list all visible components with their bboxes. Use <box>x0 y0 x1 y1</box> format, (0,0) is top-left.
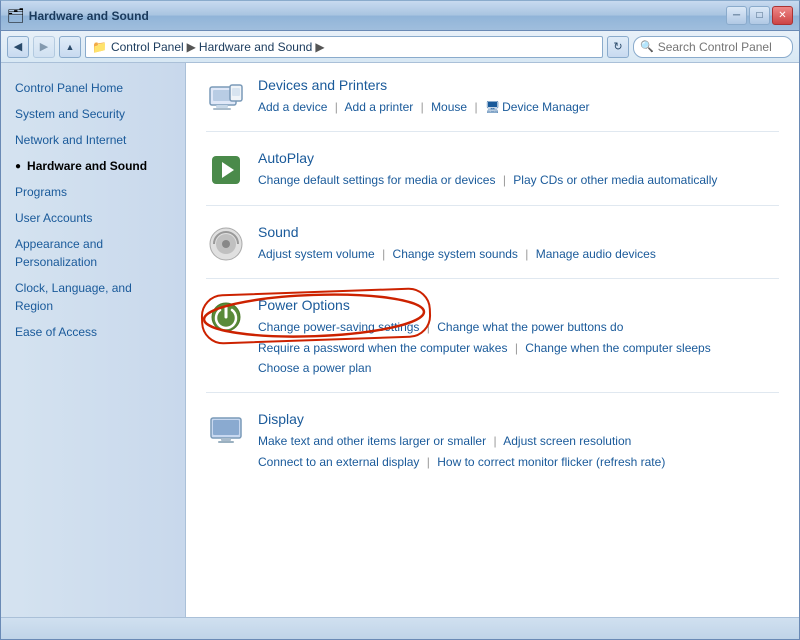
window-icon: 🗂 <box>7 7 25 24</box>
text-size-link[interactable]: Make text and other items larger or smal… <box>258 434 486 448</box>
sidebar-item-clock[interactable]: Clock, Language, and Region <box>1 275 185 319</box>
external-display-link[interactable]: Connect to an external display <box>258 455 419 469</box>
search-box[interactable]: 🔍 <box>633 36 793 58</box>
change-sounds-link[interactable]: Change system sounds <box>393 247 518 261</box>
section-display: Display Make text and other items larger… <box>206 411 779 486</box>
sidebar-item-label: Control Panel Home <box>15 79 123 97</box>
power-icon <box>206 297 246 337</box>
titlebar-left: 🗂 Hardware and Sound <box>7 7 149 24</box>
titlebar-title: Hardware and Sound <box>29 9 149 23</box>
close-button[interactable]: ✕ <box>772 6 793 25</box>
sidebar-item-label: Network and Internet <box>15 131 126 149</box>
power-buttons-link[interactable]: Change what the power buttons do <box>437 320 623 334</box>
sound-links: Adjust system volume | Change system sou… <box>258 244 779 264</box>
section-devices-printers: Devices and Printers Add a device | Add … <box>206 77 779 132</box>
autoplay-title[interactable]: AutoPlay <box>258 150 779 166</box>
main-window: 🗂 Hardware and Sound ─ □ ✕ ◀ ▶ ▲ 📁 Contr… <box>0 0 800 640</box>
sidebar-item-label: Ease of Access <box>15 323 97 341</box>
autoplay-icon <box>206 150 246 190</box>
sound-title[interactable]: Sound <box>258 224 779 240</box>
devices-content: Devices and Printers Add a device | Add … <box>258 77 779 117</box>
display-title[interactable]: Display <box>258 411 779 427</box>
sidebar-item-label: Appearance and Personalization <box>15 235 171 271</box>
sidebar-item-appearance[interactable]: Appearance and Personalization <box>1 231 185 275</box>
choose-power-plan-link[interactable]: Choose a power plan <box>258 361 371 375</box>
change-power-saving-link[interactable]: Change power-saving settings <box>258 320 419 334</box>
refresh-button[interactable]: ↻ <box>607 36 629 58</box>
add-printer-link[interactable]: Add a printer <box>345 100 414 114</box>
sidebar-item-label: System and Security <box>15 105 125 123</box>
active-bullet: ● <box>15 159 21 174</box>
mouse-link[interactable]: Mouse <box>431 100 467 114</box>
sidebar-item-control-panel-home[interactable]: Control Panel Home <box>1 75 185 101</box>
path-current: Hardware and Sound <box>199 40 312 54</box>
sleep-link[interactable]: Change when the computer sleeps <box>525 341 710 355</box>
display-content: Display Make text and other items larger… <box>258 411 779 472</box>
require-password-link[interactable]: Require a password when the computer wak… <box>258 341 507 355</box>
autoplay-content: AutoPlay Change default settings for med… <box>258 150 779 190</box>
devices-title[interactable]: Devices and Printers <box>258 77 779 93</box>
address-bar-path[interactable]: 📁 Control Panel ▶ Hardware and Sound ▶ <box>85 36 603 58</box>
forward-button[interactable]: ▶ <box>33 36 55 58</box>
sidebar-item-ease-of-access[interactable]: Ease of Access <box>1 319 185 345</box>
screen-resolution-link[interactable]: Adjust screen resolution <box>503 434 631 448</box>
sidebar-item-label: Clock, Language, and Region <box>15 279 171 315</box>
add-device-link[interactable]: Add a device <box>258 100 327 114</box>
sidebar-item-label: User Accounts <box>15 209 92 227</box>
change-defaults-link[interactable]: Change default settings for media or dev… <box>258 173 495 187</box>
search-input[interactable] <box>658 40 786 54</box>
adjust-volume-link[interactable]: Adjust system volume <box>258 247 375 261</box>
section-sound: Sound Adjust system volume | Change syst… <box>206 224 779 279</box>
devices-links: Add a device | Add a printer | Mouse | 🖥… <box>258 97 779 117</box>
sidebar-item-hardware-sound[interactable]: ● Hardware and Sound <box>1 153 185 179</box>
back-button[interactable]: ◀ <box>7 36 29 58</box>
display-links: Make text and other items larger or smal… <box>258 431 779 472</box>
sidebar-item-network-internet[interactable]: Network and Internet <box>1 127 185 153</box>
section-autoplay: AutoPlay Change default settings for med… <box>206 150 779 205</box>
device-manager-link[interactable]: Device Manager <box>502 97 589 117</box>
monitor-flicker-link[interactable]: How to correct monitor flicker (refresh … <box>437 455 665 469</box>
autoplay-links: Change default settings for media or dev… <box>258 170 779 190</box>
main-content: Control Panel Home System and Security N… <box>1 63 799 617</box>
power-content: Power Options Change power-saving settin… <box>258 297 779 378</box>
sound-content: Sound Adjust system volume | Change syst… <box>258 224 779 264</box>
titlebar: 🗂 Hardware and Sound ─ □ ✕ <box>1 1 799 31</box>
manage-audio-link[interactable]: Manage audio devices <box>536 247 656 261</box>
section-power-options: Power Options Change power-saving settin… <box>206 297 779 393</box>
power-title[interactable]: Power Options <box>258 297 779 313</box>
minimize-button[interactable]: ─ <box>726 6 747 25</box>
addressbar: ◀ ▶ ▲ 📁 Control Panel ▶ Hardware and Sou… <box>1 31 799 63</box>
play-cds-link[interactable]: Play CDs or other media automatically <box>513 173 717 187</box>
statusbar <box>1 617 799 639</box>
device-manager-icon: 🖥 <box>485 97 500 117</box>
content-area: Devices and Printers Add a device | Add … <box>186 63 799 617</box>
sidebar-item-system-security[interactable]: System and Security <box>1 101 185 127</box>
search-icon: 🔍 <box>640 40 654 53</box>
sound-icon <box>206 224 246 264</box>
power-links: Change power-saving settings | Change wh… <box>258 317 779 378</box>
maximize-button[interactable]: □ <box>749 6 770 25</box>
sidebar: Control Panel Home System and Security N… <box>1 63 186 617</box>
display-icon <box>206 411 246 451</box>
sidebar-item-user-accounts[interactable]: User Accounts <box>1 205 185 231</box>
titlebar-buttons: ─ □ ✕ <box>726 6 793 25</box>
sidebar-item-label: Programs <box>15 183 67 201</box>
sidebar-item-label: Hardware and Sound <box>27 157 147 175</box>
sidebar-item-programs[interactable]: Programs <box>1 179 185 205</box>
devices-icon <box>206 77 246 117</box>
path-root: Control Panel <box>111 40 184 54</box>
up-button[interactable]: ▲ <box>59 36 81 58</box>
